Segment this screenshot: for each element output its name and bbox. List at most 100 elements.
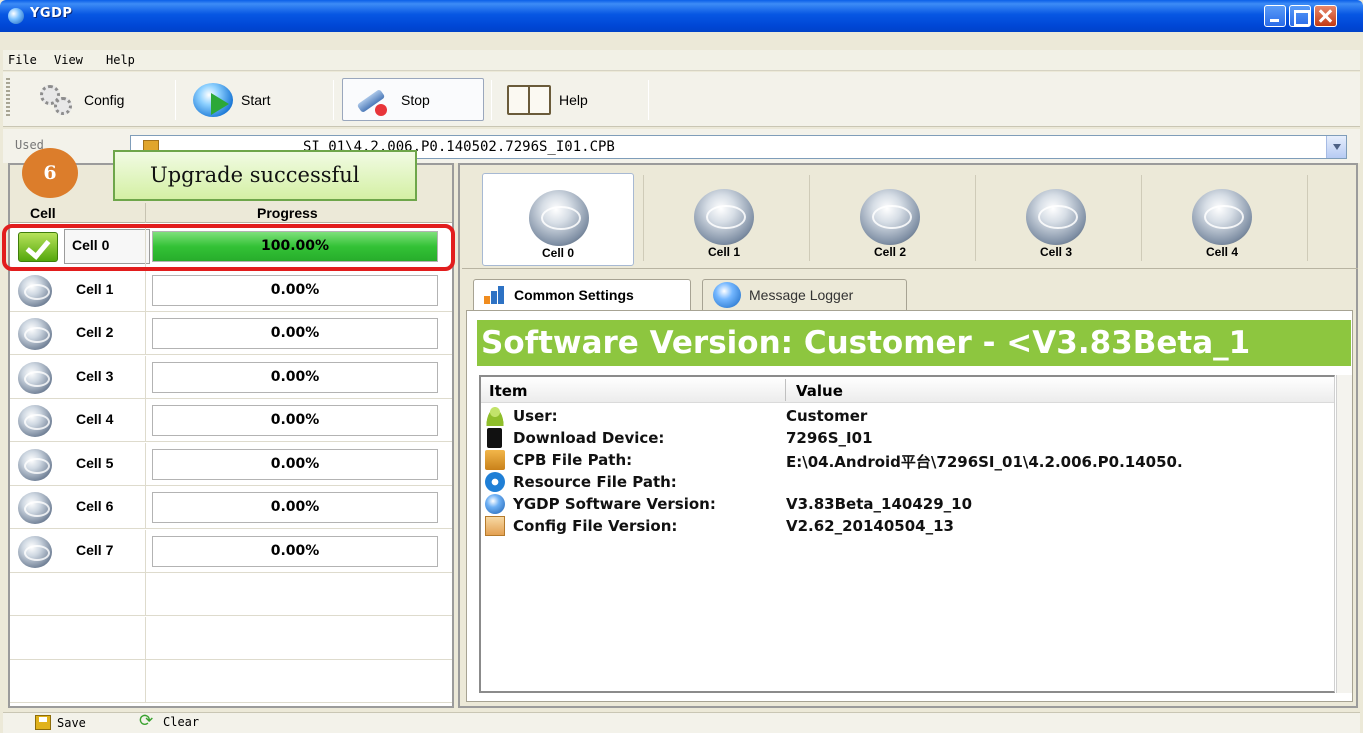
- tab-common-settings[interactable]: Common Settings: [473, 279, 691, 310]
- cell-tab-divider: [1307, 175, 1308, 261]
- resource-icon: [485, 472, 505, 492]
- globe-icon: [713, 282, 741, 308]
- cell-tab-label: Cell 4: [1205, 245, 1238, 259]
- cell-row[interactable]: Cell 5 0.00%: [10, 442, 452, 486]
- progress-text: 0.00%: [270, 281, 320, 298]
- cell-tab-divider: [809, 175, 810, 261]
- bar-chart-icon: [484, 286, 506, 304]
- cell-label: Cell 2: [76, 324, 114, 340]
- globe-icon: [18, 405, 52, 437]
- chevron-down-icon[interactable]: [1326, 136, 1346, 158]
- device-icon: [487, 428, 502, 448]
- cell-tab[interactable]: Cell 3: [980, 173, 1132, 266]
- property-item: Resource File Path:: [513, 473, 677, 491]
- property-item: User:: [513, 407, 558, 425]
- toolbar-separator: [491, 80, 492, 120]
- globe-icon: [18, 274, 52, 307]
- menu-bar: [3, 50, 1360, 71]
- properties-list: Item Value User: Customer Download Device:…: [479, 375, 1335, 693]
- app-icon: [8, 8, 24, 24]
- property-row[interactable]: Resource File Path:: [481, 471, 1334, 493]
- callout-upgrade-successful: Upgrade successful: [113, 150, 417, 201]
- save-button[interactable]: Save: [35, 715, 86, 730]
- step-badge: 6: [22, 148, 78, 198]
- maximize-button[interactable]: [1289, 5, 1311, 27]
- column-divider: [145, 660, 146, 702]
- property-row[interactable]: Download Device: 7296S_I01: [481, 427, 1334, 449]
- help-button[interactable]: Help: [497, 78, 598, 121]
- property-row[interactable]: Config File Version: V2.62_20140504_13: [481, 515, 1334, 537]
- column-divider: [145, 312, 146, 354]
- column-divider: [145, 486, 146, 528]
- progress-text: 0.00%: [270, 455, 320, 472]
- progress-bar: 0.00%: [152, 535, 438, 567]
- property-item: Config File Version:: [513, 517, 678, 535]
- property-value: V2.62_20140504_13: [786, 517, 954, 535]
- cell-tab[interactable]: Cell 4: [1146, 173, 1298, 266]
- minimize-button[interactable]: [1264, 5, 1286, 27]
- column-divider: [145, 203, 146, 223]
- toolbar-grip[interactable]: [6, 78, 10, 118]
- close-button[interactable]: [1314, 5, 1337, 27]
- start-globe-icon: [193, 82, 233, 117]
- menu-file[interactable]: File: [8, 53, 37, 67]
- globe-icon: [18, 492, 52, 524]
- cell-row[interactable]: Cell 6 0.00%: [10, 486, 452, 529]
- title-bar[interactable]: YGDP: [0, 0, 1363, 32]
- property-row[interactable]: CPB File Path: E:\04.Android平台\7296SI_01\…: [481, 449, 1334, 471]
- empty-row: [10, 573, 452, 616]
- cell-tab-label: Cell 2: [873, 245, 906, 259]
- progress-text: 0.00%: [270, 325, 320, 341]
- cell-row[interactable]: Cell 2 0.00%: [10, 312, 452, 355]
- cell-label: Cell 7: [76, 541, 114, 558]
- column-cell[interactable]: Cell: [30, 205, 56, 221]
- app-window: YGDP File View Help Config Start Stop He…: [0, 0, 1363, 733]
- globe-icon: [18, 448, 52, 481]
- progress-text: 0.00%: [270, 368, 320, 385]
- tab-message-logger[interactable]: Message Logger: [702, 279, 907, 310]
- cell-tab[interactable]: Cell 2: [814, 173, 966, 266]
- property-row[interactable]: User: Customer: [481, 405, 1334, 427]
- stop-label: Stop: [401, 91, 430, 108]
- property-row[interactable]: YGDP Software Version: V3.83Beta_140429_1…: [481, 493, 1334, 515]
- cell-row[interactable]: Cell 4 0.00%: [10, 399, 452, 442]
- cell-label: Cell 6: [76, 498, 114, 514]
- column-divider: [145, 268, 146, 311]
- software-version-banner: Software Version: Customer - <V3.83Beta_…: [477, 320, 1351, 366]
- stop-button[interactable]: Stop: [342, 78, 484, 121]
- file-icon: [485, 450, 505, 470]
- start-button[interactable]: Start: [183, 78, 281, 121]
- progress-text: 0.00%: [270, 499, 320, 515]
- globe-icon: [18, 535, 52, 568]
- clear-button[interactable]: Clear: [139, 711, 199, 731]
- cell-tab[interactable]: Cell 0: [482, 173, 634, 266]
- menu-view[interactable]: View: [54, 53, 83, 67]
- refresh-icon: [139, 711, 157, 731]
- disconnect-icon: [353, 84, 393, 116]
- column-divider: [785, 379, 786, 401]
- property-value: E:\04.Android平台\7296SI_01\4.2.006.P0.140…: [786, 453, 1183, 471]
- properties-scrollbar[interactable]: [1336, 375, 1352, 693]
- cell-tab[interactable]: Cell 1: [648, 173, 800, 266]
- menu-help[interactable]: Help: [106, 53, 135, 67]
- property-item: YGDP Software Version:: [513, 495, 716, 513]
- globe-icon: [1192, 189, 1252, 245]
- progress-text: 0.00%: [270, 542, 320, 559]
- progress-text: 0.00%: [270, 412, 320, 428]
- config-button[interactable]: Config: [28, 78, 134, 121]
- toolbar-separator: [175, 80, 176, 120]
- gears-icon: [38, 83, 76, 117]
- column-item[interactable]: Item: [489, 382, 528, 400]
- cell-row[interactable]: Cell 1 0.00%: [10, 268, 452, 312]
- column-progress[interactable]: Progress: [257, 205, 318, 221]
- column-divider: [145, 399, 146, 441]
- save-label: Save: [57, 715, 86, 730]
- toolbar-separator: [333, 80, 334, 120]
- cell-label: Cell 5: [76, 454, 114, 471]
- progress-bar: 0.00%: [152, 318, 438, 349]
- cell-row[interactable]: Cell 7 0.00%: [10, 529, 452, 573]
- cell-tab-label: Cell 0: [541, 246, 574, 260]
- progress-bar: 0.00%: [152, 274, 438, 306]
- column-value[interactable]: Value: [796, 382, 843, 400]
- cell-row[interactable]: Cell 3 0.00%: [10, 355, 452, 399]
